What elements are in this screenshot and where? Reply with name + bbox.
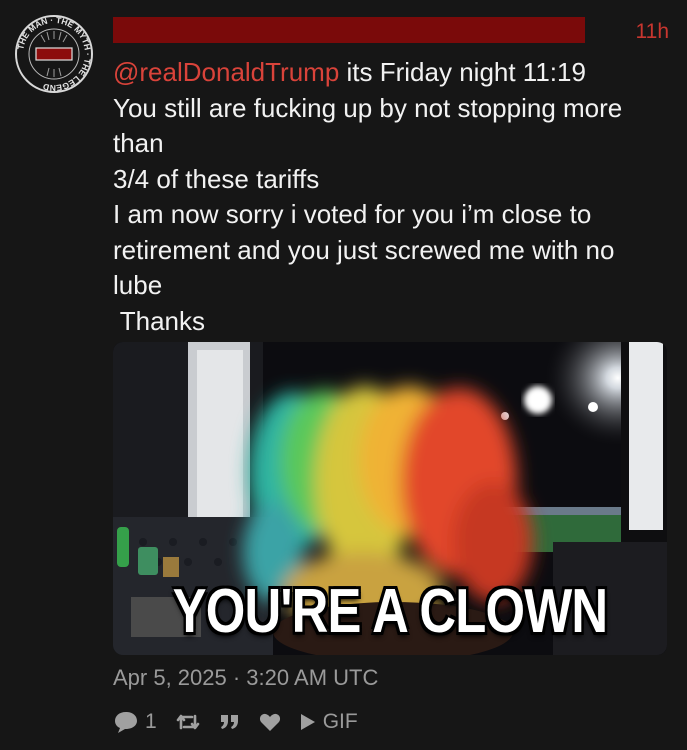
repost-button[interactable]: [175, 711, 201, 733]
post-timestamp[interactable]: Apr 5, 2025 · 3:20 AM UTC: [113, 665, 378, 691]
post-time[interactable]: 11h: [636, 20, 669, 44]
mention-link[interactable]: @realDonaldTrump: [113, 57, 339, 87]
gif-media[interactable]: YOU'RE A CLOWN: [113, 342, 667, 655]
post-text-line: lube: [113, 270, 163, 300]
post-text-line: I am now sorry i voted for you i’m close…: [113, 199, 592, 229]
quote-icon: [220, 715, 238, 729]
action-bar: 1 GIF: [113, 707, 358, 737]
post-text-line: than: [113, 128, 164, 158]
legend-badge-icon: THE MAN · THE MYTH · THE LEGEND: [15, 15, 93, 93]
post-first-line: @realDonaldTrump its Friday night 11:19: [113, 55, 673, 91]
avatar[interactable]: THE MAN · THE MYTH · THE LEGEND: [14, 14, 94, 94]
post-text-line: its Friday night 11:19: [339, 57, 586, 87]
speech-bubble-icon: [115, 712, 137, 733]
post-text-line: You still are fucking up by not stopping…: [113, 92, 623, 123]
repost-icon: [176, 714, 199, 730]
gif-caption: YOU'RE A CLOWN: [172, 577, 608, 646]
gif-label: GIF: [322, 710, 358, 733]
redacted-username: [113, 17, 585, 43]
like-button[interactable]: [259, 712, 281, 732]
post-text-line: 3/4 of these tariffs: [113, 163, 320, 194]
post-text-line: Thanks: [113, 305, 206, 336]
post-text-line: retirement and you just screwed me with …: [113, 234, 615, 265]
heart-icon: [259, 713, 280, 731]
play-icon: [300, 714, 315, 730]
quote-button[interactable]: [219, 713, 241, 731]
reply-count: 1: [145, 710, 157, 733]
gif-play-button[interactable]: GIF: [299, 710, 358, 734]
post-body: @realDonaldTrump its Friday night 11:19 …: [113, 55, 673, 339]
reply-button[interactable]: 1: [113, 710, 157, 734]
